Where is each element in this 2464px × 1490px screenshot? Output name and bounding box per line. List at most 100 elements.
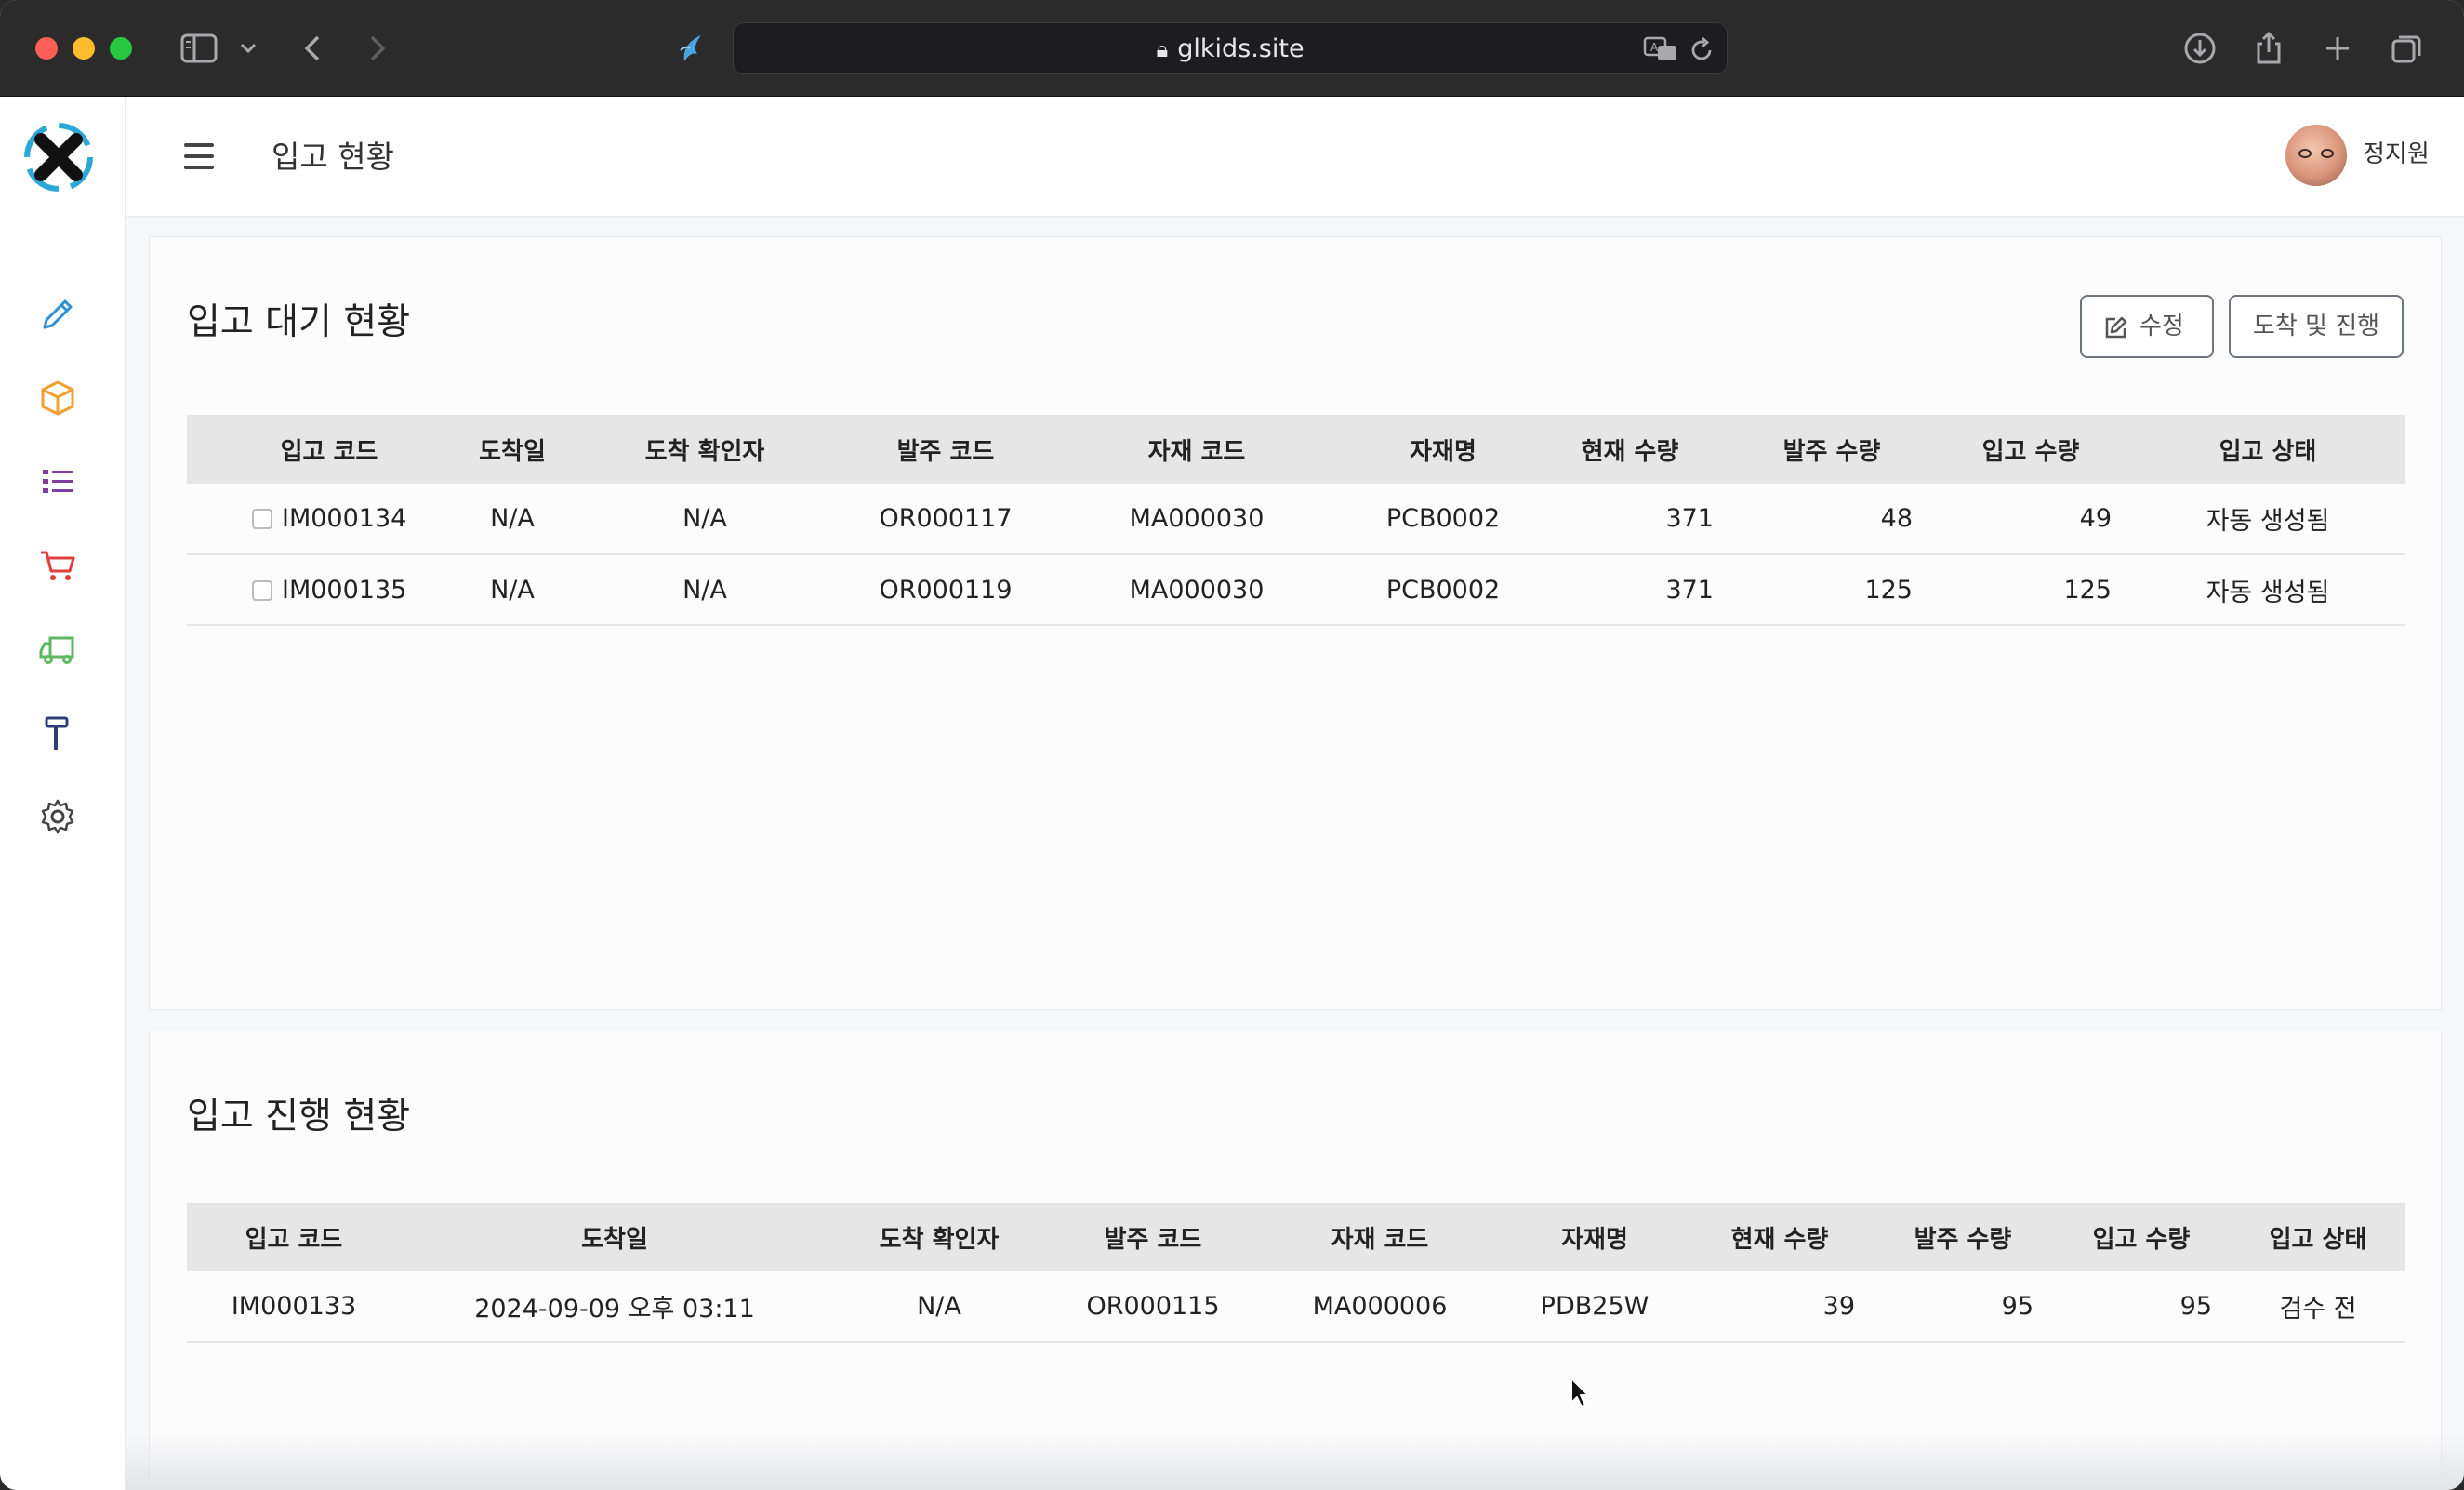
site-favicon-icon [680, 35, 701, 61]
material-name: PDB25W [1504, 1271, 1686, 1343]
order-qty: 95 [1874, 1271, 2052, 1343]
receiving-code: IM000133 [187, 1271, 401, 1343]
zoom-window-button[interactable] [110, 37, 132, 60]
progress-table-header: 입고 코드 도착일 도착 확인자 발주 코드 자재 코드 자재명 현재 수량 발… [187, 1203, 2405, 1271]
column-header[interactable]: 입고 수량 [1931, 415, 2130, 484]
edit-icon [2105, 316, 2127, 339]
column-header[interactable]: 발주 코드 [856, 415, 1035, 484]
arrival-checker: N/A [553, 554, 856, 626]
column-header[interactable]: 도착 확인자 [828, 1203, 1050, 1271]
bottom-fade [126, 1432, 2464, 1490]
column-header[interactable]: 입고 코드 [187, 415, 471, 484]
truck-icon[interactable] [37, 629, 78, 670]
mouse-cursor-icon [1570, 1377, 1589, 1408]
column-header[interactable]: 자재명 [1504, 1203, 1686, 1271]
receiving-code: IM000135 [282, 575, 407, 605]
column-header[interactable]: 현재 수량 [1528, 415, 1732, 484]
lock-icon: 🔒︎ [1156, 36, 1169, 62]
download-icon[interactable] [2181, 30, 2219, 67]
cart-icon[interactable] [37, 545, 78, 586]
pending-table: 입고 코드 도착일 도착 확인자 발주 코드 자재 코드 자재명 현재 수량 발… [187, 415, 2405, 626]
progress-section-title: 입고 진행 현황 [187, 1096, 411, 1137]
material-code: MA000006 [1256, 1271, 1504, 1343]
list-icon[interactable] [37, 461, 78, 502]
tab-overview-icon[interactable] [2388, 30, 2425, 67]
column-header[interactable]: 입고 상태 [2130, 415, 2405, 484]
app-logo[interactable] [20, 119, 97, 195]
reload-icon[interactable] [1688, 36, 1716, 64]
pending-receiving-card: 입고 대기 현황 수정 도착 및 진행 입고 코드 도착일 도착 확인자 발주 … [149, 236, 2442, 1010]
column-header[interactable]: 자재 코드 [1035, 415, 1358, 484]
in-qty: 95 [2052, 1271, 2231, 1343]
browser-toolbar: 🔒︎ glkids.site A [0, 0, 2464, 97]
pencil-icon[interactable] [37, 294, 78, 335]
row-checkbox[interactable] [252, 580, 272, 601]
svg-text:A: A [1650, 41, 1659, 54]
order-code: OR000119 [856, 554, 1035, 626]
status: 자동 생성됨 [2130, 554, 2405, 626]
material-code: MA000030 [1035, 484, 1358, 555]
user-name[interactable]: 정지원 [2363, 136, 2430, 173]
close-window-button[interactable] [35, 37, 58, 60]
page-title: 입고 현황 [272, 139, 394, 175]
box-icon[interactable] [37, 378, 78, 419]
in-qty: 125 [1931, 554, 2130, 626]
url-text: glkids.site [1177, 34, 1305, 63]
status: 자동 생성됨 [2130, 484, 2405, 555]
column-header[interactable]: 자재 코드 [1256, 1203, 1504, 1271]
in-qty: 49 [1931, 484, 2130, 555]
avatar[interactable] [2285, 125, 2347, 186]
browser-window: 🔒︎ glkids.site A 입고 현황 정지원 입고 대기 현황 수정 도… [0, 0, 2464, 1490]
column-header[interactable]: 자재명 [1358, 415, 1528, 484]
arrive-and-proceed-button[interactable]: 도착 및 진행 [2229, 295, 2404, 358]
order-qty: 125 [1732, 554, 1931, 626]
new-tab-icon[interactable] [2319, 30, 2356, 67]
translate-icon[interactable]: A [1643, 34, 1680, 64]
app-header: 입고 현황 정지원 [126, 97, 2464, 218]
row-checkbox[interactable] [252, 509, 272, 529]
order-code: OR000115 [1050, 1271, 1256, 1343]
column-header[interactable]: 발주 수량 [1732, 415, 1931, 484]
current-qty: 371 [1528, 484, 1732, 555]
table-row[interactable]: IM000133 2024-09-09 오후 03:11 N/A OR00011… [187, 1271, 2405, 1343]
chevron-down-icon[interactable] [236, 30, 260, 67]
edit-button[interactable]: 수정 [2080, 295, 2214, 358]
arrival-checker: N/A [553, 484, 856, 555]
material-name: PCB0002 [1358, 484, 1528, 555]
progress-table: 입고 코드 도착일 도착 확인자 발주 코드 자재 코드 자재명 현재 수량 발… [187, 1203, 2405, 1343]
column-header[interactable]: 발주 수량 [1874, 1203, 2052, 1271]
column-header[interactable]: 입고 상태 [2231, 1203, 2405, 1271]
gear-icon[interactable] [37, 796, 78, 837]
pending-section-title: 입고 대기 현황 [187, 301, 411, 343]
current-qty: 39 [1686, 1271, 1874, 1343]
column-header[interactable]: 입고 수량 [2052, 1203, 2231, 1271]
pending-table-header: 입고 코드 도착일 도착 확인자 발주 코드 자재 코드 자재명 현재 수량 발… [187, 415, 2405, 484]
table-row[interactable]: IM000135 N/A N/A OR000119 MA000030 PCB00… [187, 554, 2405, 626]
arrival-checker: N/A [828, 1271, 1050, 1343]
column-header[interactable]: 현재 수량 [1686, 1203, 1874, 1271]
hammer-icon[interactable] [37, 712, 78, 753]
receiving-code: IM000134 [282, 504, 407, 533]
order-code: OR000117 [856, 484, 1035, 555]
column-header[interactable]: 도착일 [471, 415, 553, 484]
arrival-date: N/A [471, 484, 553, 555]
in-progress-receiving-card: 입고 진행 현황 입고 코드 도착일 도착 확인자 발주 코드 자재 코드 자재… [149, 1031, 2442, 1490]
minimize-window-button[interactable] [73, 37, 95, 60]
column-header[interactable]: 도착일 [401, 1203, 828, 1271]
share-icon[interactable] [2250, 30, 2287, 67]
column-header[interactable]: 입고 코드 [187, 1203, 401, 1271]
table-row[interactable]: IM000134 N/A N/A OR000117 MA000030 PCB00… [187, 484, 2405, 555]
current-qty: 371 [1528, 554, 1732, 626]
address-bar[interactable]: 🔒︎ glkids.site A [733, 22, 1728, 74]
back-arrow-icon[interactable] [298, 30, 329, 67]
menu-icon[interactable] [184, 143, 214, 169]
arrival-date: 2024-09-09 오후 03:11 [401, 1271, 828, 1343]
sidebar-toggle-icon[interactable] [179, 30, 219, 67]
edit-button-label: 수정 [2139, 313, 2184, 340]
column-header[interactable]: 도착 확인자 [553, 415, 856, 484]
arrival-date: N/A [471, 554, 553, 626]
material-name: PCB0002 [1358, 554, 1528, 626]
column-header[interactable]: 발주 코드 [1050, 1203, 1256, 1271]
forward-arrow-icon[interactable] [361, 30, 392, 67]
status: 검수 전 [2231, 1271, 2405, 1343]
